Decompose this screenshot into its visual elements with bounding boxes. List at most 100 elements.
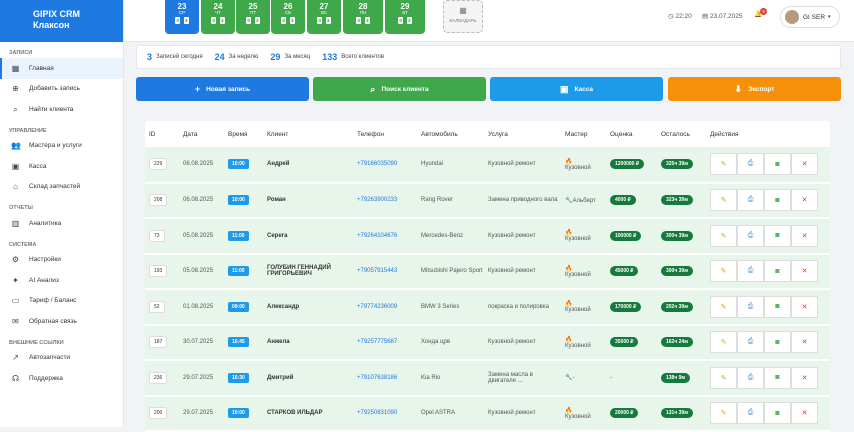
day-tile[interactable]: 24 ЧТ 0 3 — [201, 0, 235, 34]
payment-button[interactable]: ◙ — [764, 402, 791, 425]
action-button-4[interactable]: ⬇ Экспорт — [668, 77, 841, 101]
edit-button[interactable]: ✎ — [710, 295, 737, 318]
phone-link[interactable]: +79263900233 — [353, 183, 417, 219]
sidebar-item[interactable]: ✦ AI Анализ — [0, 270, 123, 291]
chevron-down-icon: ▾ — [828, 14, 831, 20]
day-tile[interactable]: 25 ПТ 0 3 — [236, 0, 270, 34]
print-button[interactable]: ⎙ — [737, 366, 764, 389]
client-name[interactable]: Андрей — [263, 147, 353, 183]
delete-button[interactable]: ✕ — [791, 260, 818, 283]
phone-link[interactable]: +79107638186 — [353, 360, 417, 396]
client-name[interactable]: ГОЛУБИН ГЕННАДИЙ ГРИГОРЬЕВИЧ — [263, 254, 353, 290]
print-button[interactable]: ⎙ — [737, 189, 764, 212]
print-button[interactable]: ⎙ — [737, 295, 764, 318]
record-id: 229 — [149, 158, 168, 171]
sidebar-item[interactable]: ▥ Аналитика — [0, 213, 123, 234]
action-button-1[interactable]: + Новая запись — [136, 77, 309, 101]
payment-button[interactable]: ◙ — [764, 224, 791, 247]
day-badge: 0 — [211, 17, 216, 24]
edit-button[interactable]: ✎ — [710, 260, 737, 283]
table-row[interactable]: 187 30.07.2025 16:45 Анжела +79257775687 Хонд… — [145, 324, 830, 361]
client-name[interactable]: Александр — [263, 289, 353, 325]
cash-icon: ▣ — [11, 161, 20, 171]
print-button[interactable]: ⎙ — [737, 224, 764, 247]
client-name[interactable]: СТАРКОВ ИЛЬДАР — [263, 396, 353, 432]
time-left-badge: 162ч 24м — [661, 337, 693, 348]
sidebar-item[interactable]: ⌕ Найти клиента — [0, 99, 123, 120]
edit-button[interactable]: ✎ — [710, 153, 737, 176]
phone-link[interactable]: +79057915443 — [353, 254, 417, 290]
payment-button[interactable]: ◙ — [764, 295, 791, 318]
money-icon: ◙ — [775, 160, 780, 168]
table-row[interactable]: 208 06.08.2025 10:00 Роман +79263900233 Rang … — [145, 182, 830, 219]
sidebar-item[interactable]: ⚙ Настройки — [0, 250, 123, 271]
edit-button[interactable]: ✎ — [710, 189, 737, 212]
master-name: - — [572, 375, 575, 382]
sidebar-item[interactable]: ↗ Автозапчасти — [0, 348, 123, 369]
service-name: Замена масла в двигателе ... — [488, 371, 533, 384]
sidebar-item[interactable]: 👥 Мастера и услуги — [0, 136, 123, 157]
payment-button[interactable]: ◙ — [764, 331, 791, 354]
notification-badge: 9 — [760, 8, 767, 15]
client-name[interactable]: Анжела — [263, 325, 353, 361]
user-menu[interactable]: GI SER ▾ — [780, 6, 840, 28]
master-name: Кузовной — [565, 271, 591, 278]
payment-button[interactable]: ◙ — [764, 366, 791, 389]
client-name[interactable]: Дмитрий — [263, 360, 353, 396]
delete-button[interactable]: ✕ — [791, 295, 818, 318]
delete-button[interactable]: ✕ — [791, 366, 818, 389]
day-tile[interactable]: 29 ВТ 0 3 — [385, 0, 425, 34]
payment-button[interactable]: ◙ — [764, 260, 791, 283]
phone-link[interactable]: +79774236009 — [353, 289, 417, 325]
print-button[interactable]: ⎙ — [737, 331, 764, 354]
day-tile[interactable]: 26 СБ 0 3 — [271, 0, 305, 34]
delete-button[interactable]: ✕ — [791, 331, 818, 354]
payment-button[interactable]: ◙ — [764, 153, 791, 176]
edit-button[interactable]: ✎ — [710, 331, 737, 354]
cell-left: 323ч 39м — [657, 183, 706, 219]
table-row[interactable]: 229 06.08.2025 10:00 Андрей +79166035090 Hyun… — [145, 147, 830, 183]
sidebar-item[interactable]: ▦ Главная — [0, 58, 123, 79]
sidebar-item[interactable]: ✉ Обратная связь — [0, 311, 123, 332]
client-name[interactable]: Серега — [263, 218, 353, 254]
table-row[interactable]: 236 29.07.2025 16:30 Дмитрий +79107638186 Kia… — [145, 360, 830, 396]
table-row[interactable]: 200 29.07.2025 10:00 СТАРКОВ ИЛЬДАР +7925083… — [145, 395, 830, 432]
money-icon: ◙ — [775, 374, 780, 382]
day-weekday: СР — [178, 10, 186, 15]
sidebar-item[interactable]: ⌂ Склад запчастей — [0, 177, 123, 198]
cell-master: 🔧Альберт — [561, 183, 606, 219]
print-button[interactable]: ⎙ — [737, 153, 764, 176]
edit-button[interactable]: ✎ — [710, 366, 737, 389]
day-tile[interactable]: 27 ВС 0 3 — [307, 0, 341, 34]
phone-link[interactable]: +79250831090 — [353, 396, 417, 432]
delete-button[interactable]: ✕ — [791, 189, 818, 212]
day-tile[interactable]: 23 СР 0 3 — [165, 0, 199, 34]
delete-button[interactable]: ✕ — [791, 402, 818, 425]
sidebar-item[interactable]: ▭ Тариф / Баланс — [0, 291, 123, 312]
action-button-2[interactable]: ⌕ Поиск клиента — [313, 77, 486, 101]
sidebar-item[interactable]: ⊕ Добавить запись — [0, 79, 123, 100]
calendar-button[interactable]: ▦ КАЛЕНДАРЬ — [443, 0, 483, 33]
print-button[interactable]: ⎙ — [737, 260, 764, 283]
brand[interactable]: GIPIX CRM Клаксон — [0, 0, 123, 42]
phone-link[interactable]: +79166035090 — [353, 147, 417, 183]
action-button-3[interactable]: ▣ Касса — [490, 77, 663, 101]
table-row[interactable]: 73 05.08.2025 11:00 Серега +79264104676 Merce… — [145, 218, 830, 254]
stat-label: Всего клиентов — [341, 54, 385, 60]
bell-button[interactable]: 🔔 9 — [754, 8, 767, 18]
print-button[interactable]: ⎙ — [737, 402, 764, 425]
client-name[interactable]: Роман — [263, 183, 353, 219]
day-tile[interactable]: 28 ПН 0 3 — [343, 0, 383, 34]
delete-button[interactable]: ✕ — [791, 153, 818, 176]
day-badge: 0 — [356, 17, 361, 24]
sidebar-item[interactable]: ▣ Касса — [0, 156, 123, 177]
payment-button[interactable]: ◙ — [764, 189, 791, 212]
sidebar-item[interactable]: ☊ Поддержка — [0, 368, 123, 389]
table-row[interactable]: 52 01.08.2025 09:00 Александр +79774236009 BM… — [145, 289, 830, 325]
table-row[interactable]: 193 05.08.2025 11:00 ГОЛУБИН ГЕННАДИЙ ГРИГО… — [145, 253, 830, 290]
edit-button[interactable]: ✎ — [710, 224, 737, 247]
phone-link[interactable]: +79264104676 — [353, 218, 417, 254]
edit-button[interactable]: ✎ — [710, 402, 737, 425]
phone-link[interactable]: +79257775687 — [353, 325, 417, 361]
delete-button[interactable]: ✕ — [791, 224, 818, 247]
